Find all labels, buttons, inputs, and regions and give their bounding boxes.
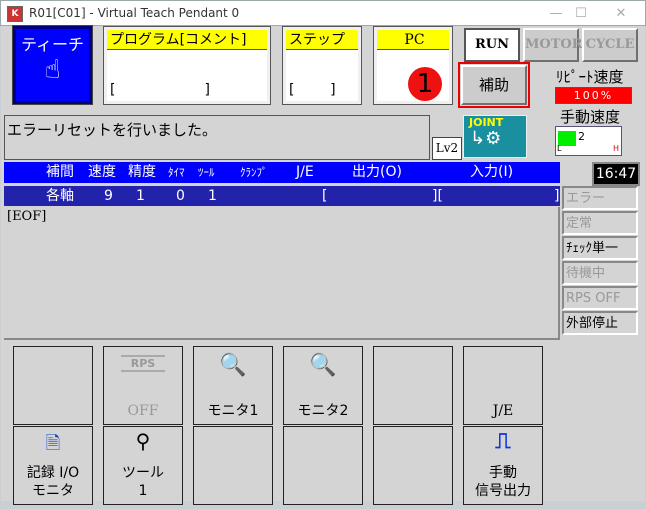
col-input: 入力(I) xyxy=(470,164,514,180)
tool-line1: ツール xyxy=(122,465,164,481)
manual-speed-gauge[interactable]: 2 L H xyxy=(555,126,622,156)
val-output: [ xyxy=(322,188,328,204)
monitor2-button[interactable]: 🔍 モニタ2 xyxy=(283,346,363,425)
manual-speed-label: 手動速度 xyxy=(560,108,621,126)
col-je: J/E xyxy=(296,164,314,180)
monitor-magnifier-icon: 🔍 xyxy=(309,353,337,378)
fn-empty-4[interactable] xyxy=(283,426,363,505)
rps-icon: RPS xyxy=(121,355,165,372)
close-button[interactable]: ✕ xyxy=(606,4,636,24)
status-indicator: 定常 xyxy=(562,211,638,235)
val-speed: 9 xyxy=(104,188,113,204)
program-text: [EOF] xyxy=(7,209,47,224)
tool-button[interactable]: ⚲ ツール 1 xyxy=(103,426,183,505)
program-area[interactable]: [EOF] xyxy=(4,207,560,340)
tool-line2: 1 xyxy=(138,483,148,499)
status-indicator: 外部停止 xyxy=(562,311,638,335)
val-accuracy: 1 xyxy=(136,188,145,204)
title-bar: K R01[C01] - Virtual Teach Pendant 0 — ☐… xyxy=(0,0,646,26)
col-accuracy: 精度 xyxy=(128,164,156,180)
monitor-magnifier-icon: 🔍 xyxy=(219,353,247,378)
log-io-label: 記録 I/O モニタ xyxy=(14,464,92,500)
col-clamp: ｸﾗﾝﾌﾟ xyxy=(240,166,268,179)
col-speed: 速度 xyxy=(88,164,116,180)
status-indicator: ﾁｪｯｸ単一 xyxy=(562,236,638,260)
run-indicator: RUN xyxy=(464,28,520,62)
value-row: 各軸 9 1 0 1 [ ][ ] xyxy=(4,186,560,206)
col-interp: 補間 xyxy=(46,164,74,180)
log-io-monitor-button[interactable]: 🗎 記録 I/O モニタ xyxy=(13,426,93,505)
repeat-speed-label: ﾘﾋﾟｰﾄ速度 xyxy=(556,68,624,86)
monitor1-button[interactable]: 🔍 モニタ1 xyxy=(193,346,273,425)
teach-button[interactable]: ティーチ ☝ xyxy=(12,25,93,105)
log-io-line1: 記録 I/O xyxy=(26,465,80,481)
val-output-end: ][ xyxy=(432,188,443,204)
gauge-high: H xyxy=(613,144,620,153)
gauge-value: 2 xyxy=(578,130,585,143)
teach-label: ティーチ xyxy=(20,35,85,54)
fn-empty-3[interactable] xyxy=(193,426,273,505)
col-timer: ﾀｲﾏ xyxy=(168,166,185,179)
val-tool: 1 xyxy=(208,188,217,204)
joint-mode-button[interactable]: JOINT ↳⚙ xyxy=(463,115,527,158)
step-marker: 1 xyxy=(408,67,442,101)
gauge-low: L xyxy=(557,144,562,153)
app-icon: K xyxy=(7,6,23,22)
monitor1-label: モニタ1 xyxy=(207,403,259,419)
message-box: エラーリセットを行いました。 xyxy=(4,115,430,160)
robot-arm-icon: ↳⚙ xyxy=(470,128,502,149)
val-timer: 0 xyxy=(176,188,185,204)
val-input-end: ] xyxy=(554,188,560,204)
program-panel[interactable]: プログラム[コメント] [ ] xyxy=(103,26,271,105)
aux-button[interactable]: 補助 xyxy=(461,65,527,105)
rps-off-label: OFF xyxy=(127,403,159,419)
maximize-button[interactable]: ☐ xyxy=(566,4,596,24)
step-value: [ ] xyxy=(289,82,336,98)
col-tool: ﾂｰﾙ xyxy=(198,166,215,179)
manual-signal-line2: 信号出力 xyxy=(475,483,531,499)
motor-indicator: MOTOR xyxy=(523,28,583,62)
step-label: ステップ xyxy=(286,30,358,50)
clock: 16:47 xyxy=(592,162,640,186)
level-indicator: Lv2 xyxy=(432,137,462,160)
program-value: [ ] xyxy=(110,82,210,98)
status-indicator: エラー xyxy=(562,186,638,210)
col-output: 出力(O) xyxy=(352,164,402,180)
header-row: 補間 速度 精度 ﾀｲﾏ ﾂｰﾙ ｸﾗﾝﾌﾟ J/E 出力(O) 入力(I) xyxy=(4,162,560,183)
fn-empty-5[interactable] xyxy=(373,426,453,505)
status-indicator: RPS OFF xyxy=(562,286,638,310)
status-indicator: 待機中 xyxy=(562,261,638,285)
manual-signal-output-button[interactable]: ⎍ 手動信号出力 xyxy=(463,426,543,505)
repeat-speed-value[interactable]: 100% xyxy=(555,87,632,104)
manual-signal-line1: 手動 xyxy=(489,465,517,481)
val-interp: 各軸 xyxy=(46,188,74,204)
document-search-icon: 🗎 xyxy=(45,433,61,454)
je-button[interactable]: J/E xyxy=(463,346,543,425)
tool-plug-icon: ⚲ xyxy=(135,429,151,453)
rps-off-button[interactable]: RPS OFF xyxy=(103,346,183,425)
je-label: J/E xyxy=(492,403,514,419)
fn-empty-2[interactable] xyxy=(373,346,453,425)
fn-empty-1[interactable] xyxy=(13,346,93,425)
window-title: R01[C01] - Virtual Teach Pendant 0 xyxy=(29,6,240,20)
tool-label: ツール 1 xyxy=(104,464,182,500)
hand-pointer-icon: ☝ xyxy=(44,55,61,85)
monitor2-label: モニタ2 xyxy=(297,403,349,419)
log-io-line2: モニタ xyxy=(32,483,74,499)
cycle-indicator: CYCLE xyxy=(582,28,638,62)
pulse-signal-icon: ⎍ xyxy=(495,429,511,454)
manual-signal-label: 手動 信号出力 xyxy=(464,464,542,500)
program-label: プログラム[コメント] xyxy=(107,30,267,50)
pc-label: PC xyxy=(377,30,449,50)
step-panel[interactable]: ステップ [ ] xyxy=(282,26,362,105)
